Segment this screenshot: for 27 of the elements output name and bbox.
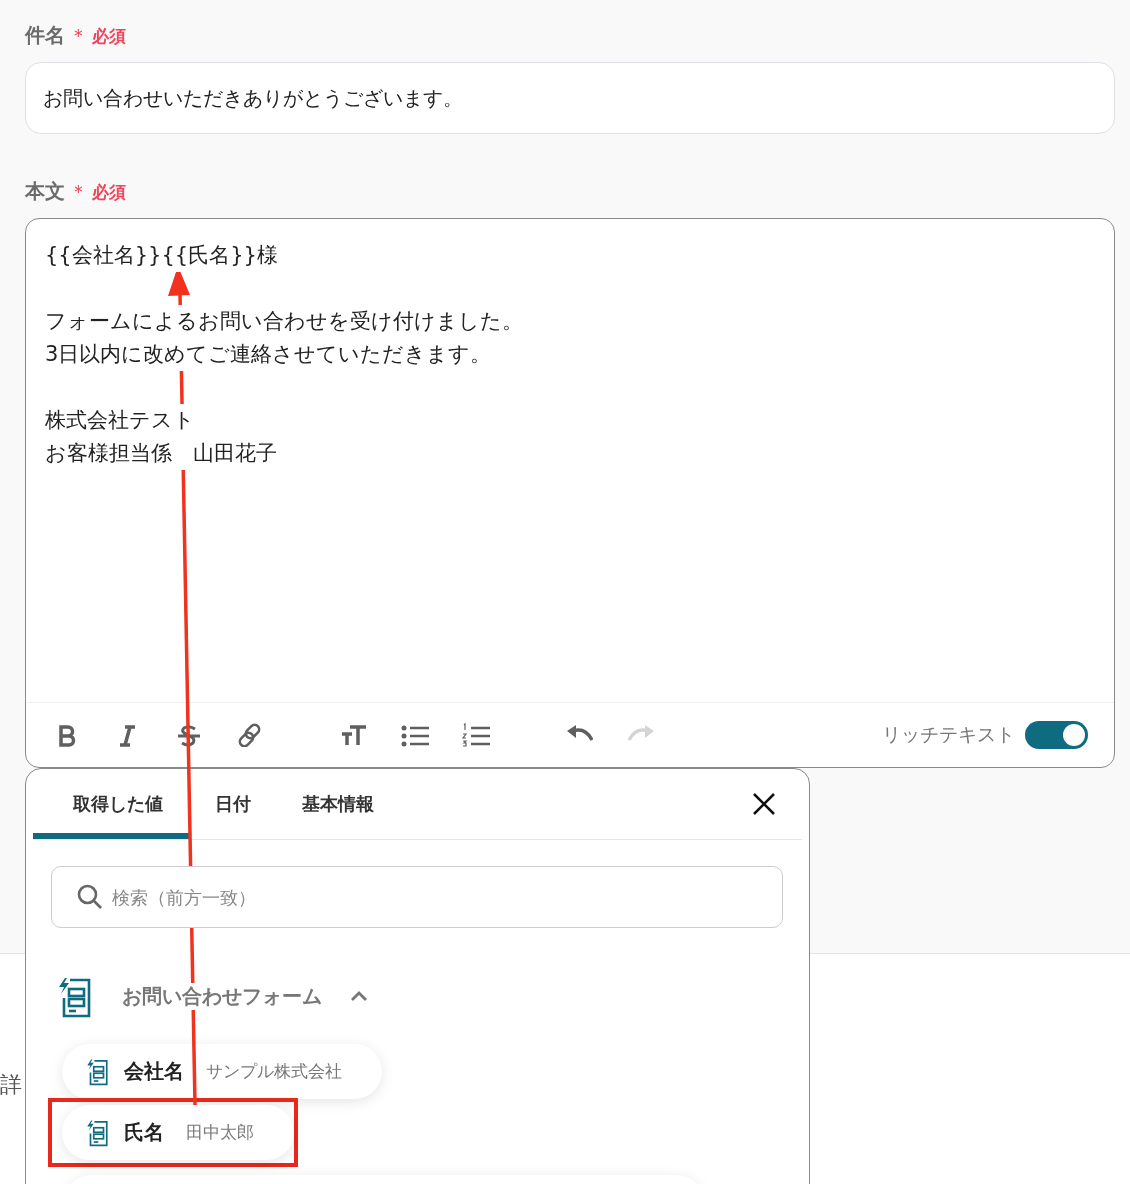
tab[interactable]: 日付 xyxy=(189,769,276,839)
required-tag: 必須 xyxy=(92,181,126,204)
value-item[interactable]: 氏名 田中太郎 xyxy=(62,1105,294,1160)
field-label: 件名 xyxy=(25,22,65,49)
rich-text-label: リッチテキスト xyxy=(882,722,1015,747)
close-icon xyxy=(752,792,776,816)
value-item[interactable]: 会社名 サンプル株式会社 xyxy=(62,1044,382,1099)
group-title: お問い合わせフォーム xyxy=(122,982,322,1010)
numbered-list-button[interactable] xyxy=(462,721,490,749)
rich-text-toggle[interactable] xyxy=(1025,721,1088,749)
required-tag: 必須 xyxy=(92,25,126,48)
text-size-icon xyxy=(340,723,368,747)
body-editor[interactable]: {{会社名}}{{氏名}}様 フォームによるお問い合わせを受け付けました。 3日以内に改めてご連絡させていただきます。 株式会社テスト お客様担当係 山田花子 リッチテキスト xyxy=(25,218,1115,768)
subject-field[interactable]: お問い合わせいただきありがとうございます。 xyxy=(25,62,1115,134)
tab[interactable]: 基本情報 xyxy=(276,769,399,839)
required-mark: ＊ xyxy=(69,179,88,204)
bullet-list-icon xyxy=(401,723,429,747)
search-field[interactable]: 検索（前方一致） xyxy=(51,866,783,928)
required-mark: ＊ xyxy=(69,23,88,48)
search-icon xyxy=(77,884,103,910)
numbered-list-icon xyxy=(462,723,490,747)
tab[interactable]: 取得した値 xyxy=(33,769,189,839)
section-label: 詳 xyxy=(0,1071,22,1099)
field-label: 本文 xyxy=(25,178,65,205)
chevron-icon xyxy=(350,990,368,1002)
close-button[interactable] xyxy=(752,792,776,816)
collapse-button[interactable] xyxy=(350,990,368,1002)
